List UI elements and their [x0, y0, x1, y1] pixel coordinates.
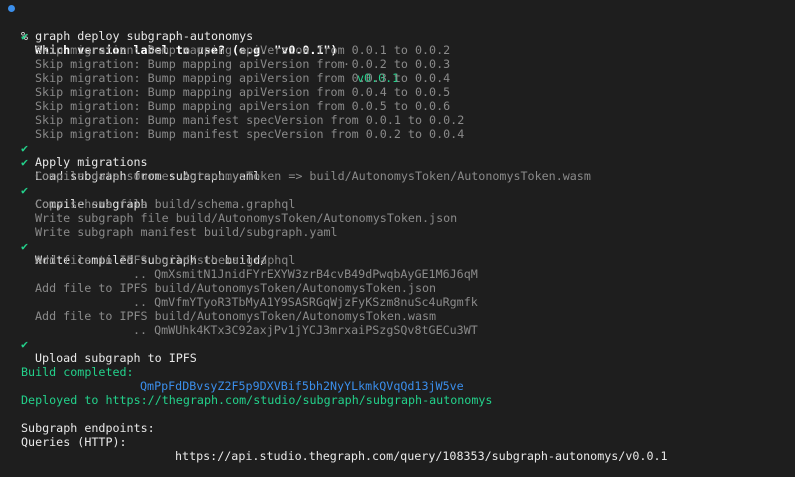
skip-migration-line: Skip migration: Bump manifest specVersio… [0, 113, 795, 141]
prompt-status-dot-icon [8, 5, 15, 12]
skip-migration-line: Skip migration: Bump mapping apiVersion … [0, 85, 795, 113]
skip-migration-line: Skip migration: Bump mapping apiVersion … [0, 43, 795, 71]
skip-migration-line: Skip migration: Bump manifest specVersio… [0, 99, 795, 127]
endpoints-title-line: Subgraph endpoints: [0, 407, 795, 435]
deployed-line: Deployed to https://thegraph.com/studio/… [0, 379, 795, 407]
check-icon: ✔ [21, 337, 29, 351]
skip-migration-line: Skip migration: Bump mapping apiVersion … [0, 57, 795, 85]
ipfs-hash-line: .. QmWUhk4KTx3C92axjPv1jYCJ3mrxaiPSzgSQv… [0, 309, 795, 337]
terminal-window[interactable]: % graph deploy subgraph-autonomys ✔ Whic… [0, 0, 795, 463]
upload-line: ✔ Upload subgraph to IPFS [0, 323, 795, 365]
ipfs-add-line: Add file to IPFS build/AutonomysToken/Au… [0, 295, 795, 323]
write-subgraph-file-line: Write subgraph file build/AutonomysToken… [0, 197, 795, 225]
ipfs-hash-line: .. QmXsmitN1JnidFYrEXYW3zrB4cvB49dPwqbAy… [0, 253, 795, 281]
load-subgraph-line: ✔ Load subgraph from subgraph.yaml [0, 141, 795, 183]
apply-migrations-line: ✔ Apply migrations [0, 127, 795, 169]
compile-data-source-line: Compile data source: AutonomysToken => b… [0, 155, 795, 183]
ipfs-add-line: Add file to IPFS build/AutonomysToken/Au… [0, 267, 795, 295]
build-completed-line: Build completed: QmPpFdDBvsyZ2F5p9DXVBif… [0, 351, 795, 393]
version-question-line: ✔ Which version label to use? (e.g. "v0.… [0, 15, 795, 85]
write-manifest-line: Write subgraph manifest build/subgraph.y… [0, 211, 795, 239]
write-compiled-line: ✔ Write compiled subgraph to build/ [0, 225, 795, 267]
skip-migration-line: Skip migration: Bump mapping apiVersion … [0, 71, 795, 99]
compile-subgraph-line: ✔ Compile subgraph [0, 169, 795, 211]
skip-migration-line: Skip migration: Bump mapping apiVersion … [0, 29, 795, 57]
build-completed-label: Build completed: [21, 365, 134, 379]
command-line: % graph deploy subgraph-autonomys [0, 1, 795, 43]
queries-line: Queries (HTTP): https://api.studio.thegr… [0, 421, 795, 463]
deployed-text[interactable]: Deployed to https://thegraph.com/studio/… [21, 393, 492, 407]
queries-label: Queries (HTTP): [21, 435, 127, 449]
ipfs-add-line: Add file to IPFS build/schema.graphql [0, 239, 795, 267]
queries-url[interactable]: https://api.studio.thegraph.com/query/10… [175, 449, 668, 463]
ipfs-hash-line: .. QmVfmYTyoR3TbMyA1Y9SASRGqWjzFyKSzm8nu… [0, 281, 795, 309]
copy-schema-line: Copy schema file build/schema.graphql [0, 183, 795, 211]
